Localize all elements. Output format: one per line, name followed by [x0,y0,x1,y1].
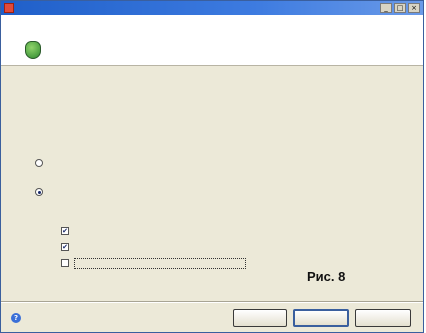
radio-button[interactable] [35,188,43,196]
next-button[interactable] [293,309,349,327]
shield-icon [25,41,41,59]
footer-divider [1,301,423,303]
checkbox-label [74,257,246,269]
radio-button[interactable] [35,159,43,167]
help-link[interactable]: ? [11,313,51,323]
back-button[interactable] [233,309,287,327]
checkbox[interactable]: ✔ [61,227,69,235]
figure-caption: Рис. 8 [307,269,346,284]
minimize-button[interactable]: _ [380,3,392,13]
radio-mode-basic[interactable] [35,158,369,167]
wizard-header [1,15,423,66]
wizard-window: _ □ × ✔ ✔ Рис. 8 ? [0,0,424,333]
title-bar[interactable]: _ □ × [1,1,423,15]
checkbox-option-3[interactable] [61,257,246,269]
checkbox[interactable] [61,259,69,267]
help-label [25,314,51,323]
app-icon [4,3,14,13]
window-controls: _ □ × [380,3,420,13]
checkbox-option-2[interactable]: ✔ [61,242,75,252]
maximize-button[interactable]: □ [394,3,406,13]
help-icon: ? [11,313,21,323]
radio-mode-interactive[interactable] [35,187,369,196]
close-button[interactable]: × [408,3,420,13]
cancel-button[interactable] [355,309,411,327]
checkbox-option-1[interactable]: ✔ [61,226,75,236]
checkbox[interactable]: ✔ [61,243,69,251]
